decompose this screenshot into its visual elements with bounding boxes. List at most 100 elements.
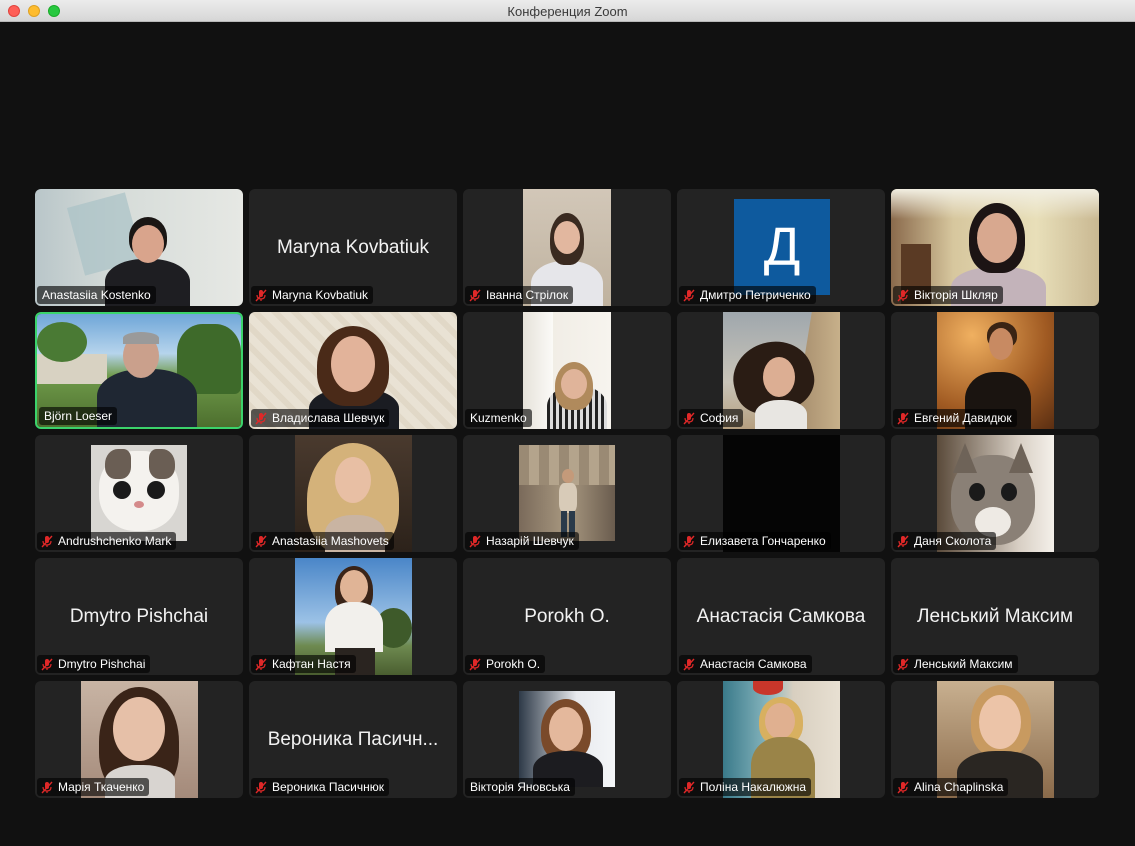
participant-tile[interactable]: Поліна Накалюжна <box>677 681 885 798</box>
participant-name-tag: Вікторія Шкляр <box>893 286 1003 304</box>
participant-tile[interactable]: Вікторія Яновська <box>463 681 671 798</box>
window-titlebar: Конференция Zoom <box>0 0 1135 22</box>
participant-video <box>523 312 611 429</box>
participant-name-tag: Maryna Kovbatiuk <box>251 286 374 304</box>
muted-microphone-icon <box>683 658 695 670</box>
participant-display-name: Maryna Kovbatiuk <box>276 237 430 258</box>
muted-microphone-icon <box>41 658 53 670</box>
participant-name: Евгений Давидюк <box>914 411 1012 425</box>
participant-name: Вікторія Шкляр <box>914 288 998 302</box>
muted-microphone-icon <box>41 781 53 793</box>
participant-tile[interactable]: Alina Chaplinska <box>891 681 1099 798</box>
muted-microphone-icon <box>469 658 481 670</box>
participant-tile-active-speaker[interactable]: Björn Loeser <box>35 312 243 429</box>
muted-microphone-icon <box>41 535 53 547</box>
participant-display-name: Dmytro Pishchai <box>69 606 209 627</box>
participant-tile[interactable]: Dmytro Pishchai Dmytro Pishchai <box>35 558 243 675</box>
muted-microphone-icon <box>683 412 695 424</box>
participant-name-tag: Dmytro Pishchai <box>37 655 151 673</box>
participant-name: Ленський Максим <box>914 657 1013 671</box>
participant-name-tag: Anastasiia Kostenko <box>37 286 156 304</box>
participant-tile[interactable]: Назарій Шевчук <box>463 435 671 552</box>
participant-name: Dmytro Pishchai <box>58 657 146 671</box>
participant-name-tag: Марія Ткаченко <box>37 778 150 796</box>
participant-name: Björn Loeser <box>44 409 113 423</box>
participant-name: Alina Chaplinska <box>914 780 1004 794</box>
participant-name: Даня Сколота <box>914 534 992 548</box>
participant-name-tag: Andrushchenko Mark <box>37 532 177 550</box>
participant-name: Кафтан Настя <box>272 657 351 671</box>
participant-name-tag: Anastasiia Mashovets <box>251 532 394 550</box>
muted-microphone-icon <box>683 289 695 301</box>
participant-video <box>519 445 615 541</box>
muted-microphone-icon <box>897 535 909 547</box>
muted-microphone-icon <box>683 535 695 547</box>
participant-name-tag: Владислава Шевчук <box>251 409 390 427</box>
participant-name-tag: Björn Loeser <box>39 407 118 425</box>
participant-name: Вікторія Яновська <box>470 780 570 794</box>
muted-microphone-icon <box>255 289 267 301</box>
participant-name: Анастасія Самкова <box>700 657 807 671</box>
participant-tile[interactable]: Іванна Стрілок <box>463 189 671 306</box>
participant-display-name: Вероника Пасичн... <box>267 729 439 750</box>
participant-name: Іванна Стрілок <box>486 288 569 302</box>
participant-name: Елизавета Гончаренко <box>700 534 826 548</box>
participant-name-tag: Alina Chaplinska <box>893 778 1009 796</box>
participant-name: София <box>700 411 739 425</box>
participant-tile[interactable]: Даня Сколота <box>891 435 1099 552</box>
participant-tile[interactable]: Kuzmenko <box>463 312 671 429</box>
participant-tile[interactable]: Anastasiia Mashovets <box>249 435 457 552</box>
participant-name-tag: Анастасія Самкова <box>679 655 812 673</box>
participant-name-tag: Porokh O. <box>465 655 546 673</box>
participant-tile[interactable]: Вікторія Шкляр <box>891 189 1099 306</box>
participant-name: Anastasiia Mashovets <box>272 534 389 548</box>
participant-display-name: Анастасія Самкова <box>696 606 866 627</box>
participant-name-tag: София <box>679 409 744 427</box>
participant-name-tag: Дмитро Петриченко <box>679 286 816 304</box>
participant-video <box>519 691 615 787</box>
participant-tile[interactable]: Марія Ткаченко <box>35 681 243 798</box>
participant-tile[interactable]: Anastasiia Kostenko <box>35 189 243 306</box>
participant-name-tag: Кафтан Настя <box>251 655 356 673</box>
muted-microphone-icon <box>897 658 909 670</box>
participant-display-name: Ленський Максим <box>916 606 1074 627</box>
participant-tile[interactable]: Елизавета Гончаренко <box>677 435 885 552</box>
muted-microphone-icon <box>255 535 267 547</box>
participant-name-tag: Даня Сколота <box>893 532 997 550</box>
participant-tile[interactable]: Ленський Максим Ленський Максим <box>891 558 1099 675</box>
participant-name-tag: Поліна Накалюжна <box>679 778 812 796</box>
participant-tile[interactable]: Кафтан Настя <box>249 558 457 675</box>
muted-microphone-icon <box>255 781 267 793</box>
participant-tile[interactable]: Maryna Kovbatiuk Maryna Kovbatiuk <box>249 189 457 306</box>
participant-tile[interactable]: Andrushchenko Mark <box>35 435 243 552</box>
participant-name: Porokh O. <box>486 657 541 671</box>
muted-microphone-icon <box>897 781 909 793</box>
participant-name-tag: Елизавета Гончаренко <box>679 532 831 550</box>
participant-avatar: Д <box>734 199 830 295</box>
muted-microphone-icon <box>255 412 267 424</box>
participant-tile[interactable]: Владислава Шевчук <box>249 312 457 429</box>
muted-microphone-icon <box>897 289 909 301</box>
participant-tile[interactable]: София <box>677 312 885 429</box>
muted-microphone-icon <box>255 658 267 670</box>
participant-tile[interactable]: Анастасія Самкова Анастасія Самкова <box>677 558 885 675</box>
participant-name-tag: Ленський Максим <box>893 655 1018 673</box>
participant-name: Anastasiia Kostenko <box>42 288 151 302</box>
participant-name-tag: Вікторія Яновська <box>465 778 575 796</box>
muted-microphone-icon <box>897 412 909 424</box>
participant-tile[interactable]: Д Дмитро Петриченко <box>677 189 885 306</box>
participant-name: Владислава Шевчук <box>272 411 385 425</box>
participant-name: Дмитро Петриченко <box>700 288 811 302</box>
participant-name: Назарій Шевчук <box>486 534 574 548</box>
participant-name: Марія Ткаченко <box>58 780 145 794</box>
participant-name-tag: Евгений Давидюк <box>893 409 1017 427</box>
participant-tile[interactable]: Евгений Давидюк <box>891 312 1099 429</box>
participant-tile[interactable]: Porokh O. Porokh O. <box>463 558 671 675</box>
participant-tile[interactable]: Вероника Пасичн... Вероника Пасичнюк <box>249 681 457 798</box>
participant-name: Поліна Накалюжна <box>700 780 807 794</box>
window-title: Конференция Zoom <box>507 4 628 19</box>
muted-microphone-icon <box>469 535 481 547</box>
participant-name: Maryna Kovbatiuk <box>272 288 369 302</box>
muted-microphone-icon <box>683 781 695 793</box>
participant-name: Andrushchenko Mark <box>58 534 172 548</box>
